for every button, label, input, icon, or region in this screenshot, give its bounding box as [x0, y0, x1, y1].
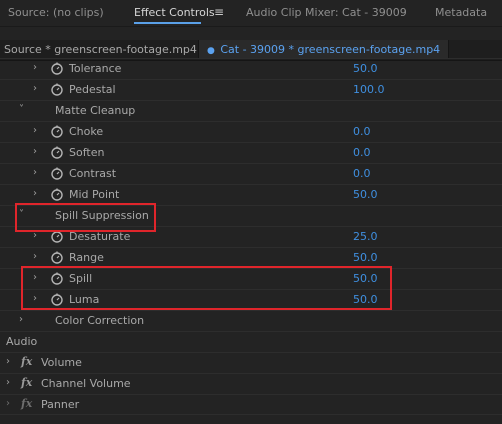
fx-toggle-icon[interactable]: fx	[21, 376, 32, 389]
audio-header-label: Audio	[6, 335, 38, 348]
fx-toggle-icon[interactable]: fx	[21, 355, 32, 368]
param-row-soften[interactable]: › Soften 0.0	[0, 142, 502, 163]
highlight-box-spill-suppression	[15, 203, 156, 232]
param-row-contrast[interactable]: › Contrast 0.0	[0, 163, 502, 184]
param-value[interactable]: 100.0	[353, 83, 385, 96]
audio-section-header: Audio	[0, 331, 502, 352]
tab-effect-controls[interactable]: Effect Controls	[134, 6, 215, 24]
chevron-right-icon[interactable]: ›	[6, 377, 10, 388]
chevron-right-icon[interactable]: ›	[33, 83, 37, 94]
tab-effect-controls-label: Effect Controls	[134, 6, 215, 19]
param-label: Soften	[69, 146, 105, 159]
chevron-right-icon[interactable]: ›	[33, 251, 37, 262]
chevron-right-icon[interactable]: ›	[33, 125, 37, 136]
stopwatch-icon[interactable]	[50, 166, 64, 180]
param-label: Tolerance	[69, 62, 122, 75]
section-label: Matte Cleanup	[55, 104, 136, 117]
panel-tab-bar: Source: (no clips) Effect Controls ≡ Aud…	[0, 0, 502, 27]
chevron-right-icon[interactable]: ›	[6, 398, 10, 409]
param-row-range[interactable]: › Range 50.0	[0, 247, 502, 268]
stopwatch-icon[interactable]	[50, 187, 64, 201]
stopwatch-icon[interactable]	[50, 61, 64, 75]
audio-effect-row-panner[interactable]: › fx Panner	[0, 394, 502, 415]
chevron-right-icon[interactable]: ›	[33, 167, 37, 178]
param-label: Pedestal	[69, 83, 116, 96]
param-value[interactable]: 50.0	[353, 251, 378, 264]
param-value[interactable]: 50.0	[353, 62, 378, 75]
param-label: Contrast	[69, 167, 117, 180]
param-label: Mid Point	[69, 188, 120, 201]
chevron-right-icon[interactable]: ›	[6, 356, 10, 367]
stopwatch-icon[interactable]	[50, 124, 64, 138]
section-row-matte-cleanup[interactable]: ˅ Matte Cleanup	[0, 100, 502, 121]
param-label: Range	[69, 251, 104, 264]
tab-metadata[interactable]: Metadata	[435, 6, 487, 19]
section-label: Color Correction	[55, 314, 145, 327]
sequence-clip-label: Cat - 39009 * greenscreen-footage.mp4	[220, 43, 441, 56]
fx-toggle-icon[interactable]: fx	[21, 397, 32, 410]
chevron-right-icon[interactable]: ›	[19, 314, 23, 325]
chevron-down-icon[interactable]: ˅	[19, 104, 24, 115]
param-value[interactable]: 0.0	[353, 167, 371, 180]
source-clip-tab[interactable]: Source * greenscreen-footage.mp4	[4, 43, 197, 56]
param-row-pedestal[interactable]: › Pedestal 100.0	[0, 79, 502, 100]
effect-label: Channel Volume	[41, 377, 131, 390]
param-label: Choke	[69, 125, 104, 138]
chevron-right-icon[interactable]: ›	[33, 188, 37, 199]
stopwatch-icon[interactable]	[50, 82, 64, 96]
param-value[interactable]: 0.0	[353, 125, 371, 138]
param-row-mid-point[interactable]: › Mid Point 50.0	[0, 184, 502, 205]
active-clip-dot-icon: ●	[207, 46, 215, 56]
param-value[interactable]: 50.0	[353, 188, 378, 201]
effect-label: Volume	[41, 356, 82, 369]
chevron-right-icon[interactable]: ›	[33, 146, 37, 157]
tab-source[interactable]: Source: (no clips)	[8, 6, 104, 19]
param-value[interactable]: 0.0	[353, 146, 371, 159]
tab-audio-clip-mixer[interactable]: Audio Clip Mixer: Cat - 39009	[246, 6, 407, 19]
sequence-clip-tab[interactable]: ● Cat - 39009 * greenscreen-footage.mp4	[198, 40, 450, 59]
param-value[interactable]: 25.0	[353, 230, 378, 243]
active-tab-underline	[134, 22, 201, 24]
audio-effect-row-channel-volume[interactable]: › fx Channel Volume	[0, 373, 502, 394]
highlight-box-spill-luma	[21, 266, 392, 310]
section-row-color-correction[interactable]: › Color Correction	[0, 310, 502, 331]
stopwatch-icon[interactable]	[50, 145, 64, 159]
chevron-right-icon[interactable]: ›	[33, 62, 37, 73]
effect-label: Panner	[41, 398, 80, 411]
audio-effect-row-volume[interactable]: › fx Volume	[0, 352, 502, 373]
param-row-choke[interactable]: › Choke 0.0	[0, 121, 502, 142]
panel-menu-icon[interactable]: ≡	[214, 5, 224, 19]
param-row-tolerance[interactable]: › Tolerance 50.0	[0, 58, 502, 79]
stopwatch-icon[interactable]	[50, 250, 64, 264]
